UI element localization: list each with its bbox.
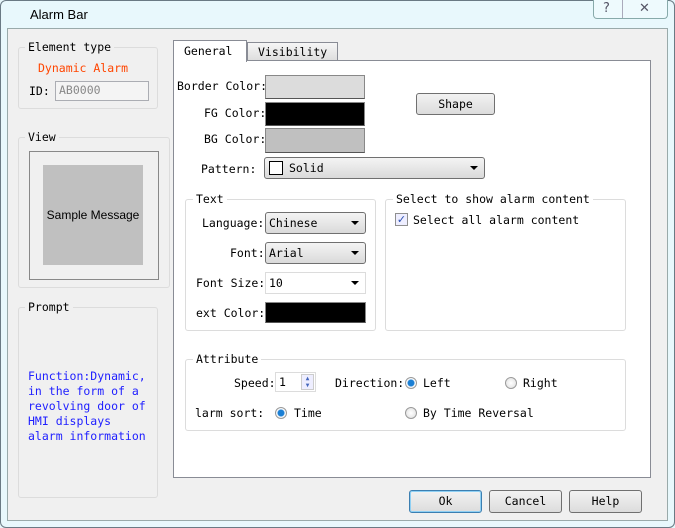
border-color-swatch[interactable] [265, 75, 365, 99]
border-color-label: Border Color: [177, 79, 268, 93]
window-title: Alarm Bar [30, 7, 88, 22]
shape-button[interactable]: Shape [416, 93, 495, 115]
help-button[interactable]: Help [569, 490, 642, 513]
prompt-text: Function:Dynamic, in the form of a revol… [28, 369, 146, 443]
attribute-group [185, 359, 626, 431]
pattern-preview-icon [269, 161, 283, 175]
ok-button[interactable]: Ok [409, 490, 482, 513]
chevron-down-icon [351, 251, 359, 255]
text-legend: Text [193, 192, 227, 206]
view-legend: View [25, 130, 59, 144]
font-label: Font: [230, 246, 265, 260]
pattern-select[interactable]: Solid [264, 157, 485, 179]
element-type-value: Dynamic Alarm [38, 61, 129, 75]
direction-right-radio[interactable] [505, 377, 517, 389]
chevron-down-icon [351, 221, 359, 225]
attribute-legend: Attribute [193, 352, 262, 366]
spinner-arrows-icon[interactable]: ▲ ▼ [301, 374, 314, 390]
title-buttons: ? ✕ [593, 0, 668, 19]
help-icon[interactable]: ? [603, 1, 610, 16]
language-label: Language: [202, 216, 265, 230]
prompt-legend: Prompt [25, 300, 73, 314]
fg-color-swatch[interactable] [265, 102, 365, 126]
text-color-label: ext Color: [196, 306, 266, 320]
pattern-label: Pattern: [201, 162, 257, 176]
speed-label: Speed: [234, 376, 276, 390]
chevron-down-icon [351, 281, 359, 285]
sort-reversal-label: By Time Reversal [423, 406, 534, 420]
direction-label: Direction: [335, 376, 405, 390]
text-color-swatch[interactable] [265, 302, 366, 323]
alarm-content-legend: Select to show alarm content [393, 192, 593, 206]
speed-value: 1 [279, 375, 286, 389]
speed-spinner[interactable]: 1 ▲ ▼ [275, 372, 316, 392]
tab-general[interactable]: General [173, 40, 247, 62]
tab-visibility[interactable]: Visibility [247, 42, 338, 61]
element-type-legend: Element type [25, 40, 115, 54]
close-icon[interactable]: ✕ [639, 1, 650, 16]
title-button-divider [622, 0, 623, 18]
font-size-label: Font Size: [196, 276, 266, 290]
select-all-checkbox[interactable]: ✓ [395, 213, 408, 226]
bg-color-swatch[interactable] [265, 128, 365, 153]
sort-reversal-radio[interactable] [405, 407, 417, 419]
font-value: Arial [269, 246, 304, 260]
direction-left-radio[interactable] [405, 377, 417, 389]
font-size-select[interactable]: 10 [265, 272, 366, 294]
language-value: Chinese [269, 216, 318, 230]
font-select[interactable]: Arial [265, 242, 366, 264]
pattern-value: Solid [289, 161, 324, 175]
sort-time-radio[interactable] [275, 407, 287, 419]
select-all-label: Select all alarm content [413, 213, 580, 227]
cancel-button[interactable]: Cancel [489, 490, 562, 513]
sort-time-label: Time [294, 406, 322, 420]
id-label: ID: [29, 84, 50, 98]
font-size-value: 10 [269, 276, 283, 290]
id-field[interactable]: AB0000 [55, 81, 149, 101]
direction-right-label: Right [523, 376, 558, 390]
bg-color-label: BG Color: [204, 132, 267, 146]
fg-color-label: FG Color: [204, 106, 267, 120]
chevron-down-icon [470, 166, 478, 170]
direction-left-label: Left [423, 376, 451, 390]
language-select[interactable]: Chinese [265, 212, 366, 234]
sort-label: larm sort: [195, 406, 265, 420]
sample-message: Sample Message [43, 165, 143, 265]
